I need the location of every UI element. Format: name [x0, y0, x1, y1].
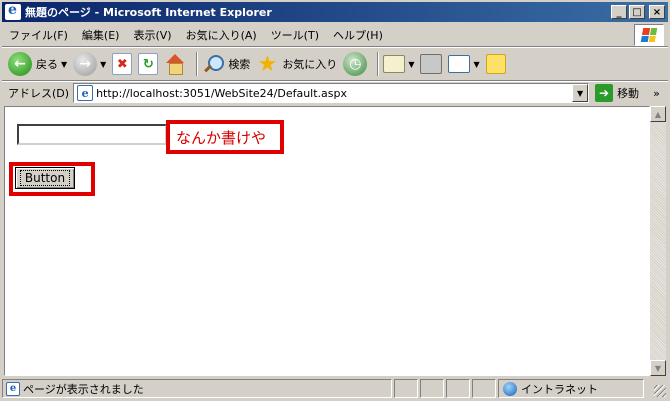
stop-button[interactable]: ✖: [112, 53, 133, 75]
favorites-button[interactable]: ★ お気に入り: [256, 51, 338, 77]
stop-icon: ✖: [112, 53, 133, 75]
status-text: ページが表示されました: [23, 382, 144, 396]
security-zone: イントラネット: [498, 379, 644, 398]
forward-arrow-icon: →: [73, 52, 98, 76]
edit-icon: [448, 55, 471, 73]
history-button[interactable]: ◷: [343, 52, 368, 76]
address-bar: アドレス(D) e http://localhost:3051/WebSite2…: [2, 82, 668, 104]
windows-flag-logo: [634, 24, 664, 46]
print-button[interactable]: [420, 54, 443, 74]
page-content: なんか書けや Button: [4, 106, 650, 376]
toolbar-separator: [377, 52, 380, 76]
mail-dropdown-icon[interactable]: ▼: [408, 60, 414, 69]
star-icon: ★: [257, 51, 278, 77]
edit-button[interactable]: ▼: [448, 55, 480, 73]
search-icon: [202, 53, 225, 75]
status-cell: [420, 379, 444, 398]
go-arrow-icon: ➔: [595, 84, 614, 102]
intranet-icon: [503, 381, 517, 396]
status-main: e ページが表示されました: [2, 379, 392, 398]
refresh-button[interactable]: ↻: [138, 53, 159, 75]
mail-icon: [383, 55, 406, 73]
menu-bar: ファイル(F) 編集(E) 表示(V) お気に入り(A) ツール(T) ヘルプ(…: [2, 24, 668, 46]
status-cell: [394, 379, 418, 398]
links-chevron[interactable]: »: [653, 87, 660, 100]
menu-edit[interactable]: 編集(E): [75, 27, 127, 43]
forward-button[interactable]: → ▼: [73, 52, 106, 76]
back-dropdown-icon[interactable]: ▼: [61, 60, 67, 69]
favorites-label: お気に入り: [282, 58, 338, 71]
vertical-scrollbar[interactable]: ▲ ▼: [650, 106, 666, 376]
search-button[interactable]: 検索: [202, 53, 250, 75]
ie-window: 無題のページ - Microsoft Internet Explorer _ □…: [0, 0, 670, 401]
ie-app-icon[interactable]: [5, 2, 21, 20]
status-cell: [446, 379, 470, 398]
status-bar: e ページが表示されました イントラネット: [2, 378, 668, 399]
forward-dropdown-icon[interactable]: ▼: [100, 60, 106, 69]
windows-flag-icon: [640, 28, 658, 42]
submit-button[interactable]: Button: [15, 167, 75, 189]
address-url[interactable]: http://localhost:3051/WebSite24/Default.…: [96, 87, 347, 100]
standard-toolbar: ← 戻る ▼ → ▼ ✖ ↻ 検索 ★ お気に入り ◷ ▼ ▼: [2, 48, 668, 80]
search-label: 検索: [228, 58, 251, 71]
refresh-icon: ↻: [138, 53, 159, 75]
printer-icon: [420, 54, 443, 74]
note-icon: [485, 54, 506, 74]
edit-dropdown-icon[interactable]: ▼: [473, 60, 479, 69]
menu-tools[interactable]: ツール(T): [264, 27, 326, 43]
menu-favorites[interactable]: お気に入り(A): [179, 27, 264, 43]
toolbar-separator: [196, 52, 199, 76]
zone-text: イントラネット: [521, 382, 598, 396]
menu-file[interactable]: ファイル(F): [2, 27, 75, 43]
address-input[interactable]: e http://localhost:3051/WebSite24/Defaul…: [73, 83, 590, 103]
menu-view[interactable]: 表示(V): [126, 27, 178, 43]
annotation-box: なんか書けや: [166, 120, 284, 154]
resize-grip[interactable]: [654, 385, 666, 397]
close-button[interactable]: ×: [649, 5, 665, 19]
history-icon: ◷: [343, 52, 368, 76]
back-arrow-icon: ←: [8, 52, 32, 76]
menu-help[interactable]: ヘルプ(H): [326, 27, 390, 43]
annotation-text: なんか書けや: [176, 128, 267, 147]
go-button[interactable]: ➔ 移動: [595, 84, 639, 102]
scroll-up-icon[interactable]: ▲: [650, 106, 666, 122]
home-icon: [164, 53, 186, 75]
button-label: Button: [19, 170, 71, 186]
address-label: アドレス(D): [8, 87, 70, 100]
mail-button[interactable]: ▼: [383, 55, 414, 73]
minimize-button[interactable]: _: [611, 5, 627, 19]
home-button[interactable]: [164, 53, 186, 75]
back-label: 戻る: [36, 58, 58, 71]
messenger-button[interactable]: [485, 54, 506, 74]
page-done-icon: e: [6, 381, 20, 396]
maximize-button[interactable]: □: [629, 5, 645, 19]
status-cell: [472, 379, 496, 398]
scroll-down-icon[interactable]: ▼: [650, 360, 666, 376]
address-dropdown-icon[interactable]: ▼: [572, 84, 589, 102]
go-label: 移動: [617, 87, 640, 100]
back-button[interactable]: ← 戻る ▼: [8, 52, 67, 76]
text-input[interactable]: [17, 124, 167, 145]
title-bar[interactable]: 無題のページ - Microsoft Internet Explorer _ □…: [2, 2, 668, 22]
window-title: 無題のページ - Microsoft Internet Explorer: [25, 6, 272, 19]
page-icon: e: [77, 85, 94, 101]
